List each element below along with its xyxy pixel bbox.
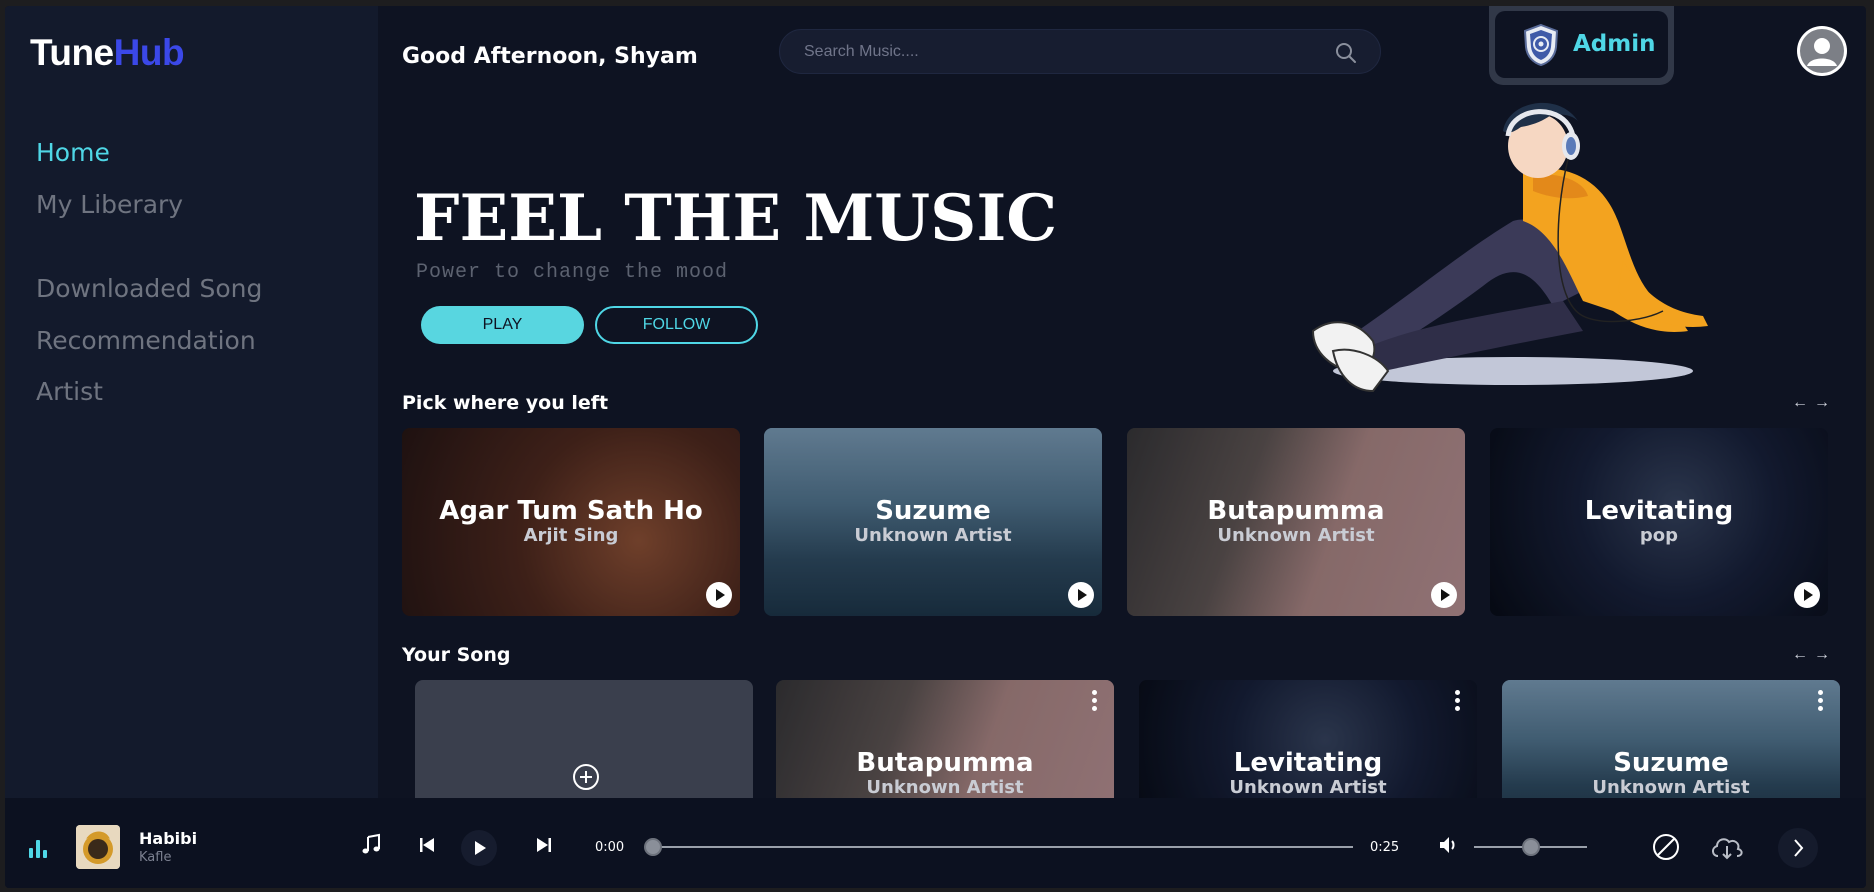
app-logo[interactable]: TuneHub bbox=[30, 32, 185, 74]
previous-track-icon[interactable] bbox=[415, 833, 439, 857]
card-subtitle: Unknown Artist bbox=[1592, 777, 1750, 798]
download-cloud-icon[interactable] bbox=[1709, 830, 1745, 864]
hero-illustration bbox=[1311, 102, 1708, 393]
card-title: Suzume bbox=[1613, 748, 1729, 778]
equalizer-icon bbox=[29, 840, 51, 858]
music-note-icon[interactable] bbox=[359, 833, 383, 857]
user-icon bbox=[1800, 29, 1844, 73]
sidebar-item-recommendation[interactable]: Recommendation bbox=[36, 326, 256, 355]
your-song-arrows: ←→ bbox=[1792, 646, 1836, 664]
sidebar-item-my-library[interactable]: My Liberary bbox=[36, 190, 183, 219]
duration-time: 0:25 bbox=[1370, 840, 1400, 855]
section-title-your-song: Your Song bbox=[402, 644, 511, 666]
hero-play-button[interactable]: PLAY bbox=[421, 306, 584, 344]
greeting-text: Good Afternoon, Shyam bbox=[402, 44, 698, 69]
admin-label: Admin bbox=[1573, 31, 1656, 57]
card-title: Levitating bbox=[1584, 496, 1734, 526]
sidebar-item-downloaded-song[interactable]: Downloaded Song bbox=[36, 274, 262, 303]
search-input[interactable] bbox=[804, 39, 1324, 65]
album-art-icon bbox=[76, 825, 120, 869]
add-circle-icon bbox=[573, 764, 599, 790]
current-time: 0:00 bbox=[595, 840, 625, 855]
card-play-icon[interactable] bbox=[706, 582, 732, 608]
card-title: Agar Tum Sath Ho bbox=[439, 496, 703, 526]
pick-card[interactable]: Suzume Unknown Artist bbox=[764, 428, 1102, 616]
user-avatar[interactable] bbox=[1797, 26, 1847, 76]
search-bar bbox=[779, 29, 1381, 74]
card-title: Levitating bbox=[1233, 748, 1383, 778]
card-title: Butapumma bbox=[856, 748, 1034, 778]
app-window: TuneHub Home My Liberary Downloaded Song… bbox=[5, 6, 1866, 888]
pick-card[interactable]: Butapumma Unknown Artist bbox=[1127, 428, 1465, 616]
player-bar: Habibi Kafle 0:00 0:25 bbox=[5, 798, 1866, 888]
hero-subtitle: Power to change the mood bbox=[416, 261, 729, 284]
chevron-right-icon bbox=[1794, 839, 1804, 857]
card-title: Suzume bbox=[875, 496, 991, 526]
volume-icon[interactable] bbox=[1437, 833, 1461, 857]
volume-handle[interactable] bbox=[1521, 838, 1540, 856]
card-play-icon[interactable] bbox=[1068, 582, 1094, 608]
pick-card[interactable]: Agar Tum Sath Ho Arjit Sing bbox=[402, 428, 740, 616]
play-icon bbox=[475, 841, 486, 855]
more-options-icon[interactable] bbox=[1818, 690, 1824, 712]
progress-handle[interactable] bbox=[644, 838, 662, 856]
expand-button[interactable] bbox=[1778, 828, 1818, 868]
progress-track[interactable] bbox=[653, 846, 1353, 848]
section-title-pick: Pick where you left bbox=[402, 392, 609, 414]
play-pause-button[interactable] bbox=[461, 830, 497, 866]
hero-follow-button[interactable]: FOLLOW bbox=[595, 306, 758, 344]
more-options-icon[interactable] bbox=[1092, 690, 1098, 712]
your-song-prev-arrow-icon[interactable]: ← bbox=[1792, 646, 1814, 663]
now-playing-artist: Kafle bbox=[139, 850, 172, 865]
your-song-next-arrow-icon[interactable]: → bbox=[1814, 646, 1836, 663]
card-play-icon[interactable] bbox=[1794, 582, 1820, 608]
pick-prev-arrow-icon[interactable]: ← bbox=[1792, 394, 1814, 411]
pick-arrows: ←→ bbox=[1792, 394, 1836, 412]
card-subtitle: Unknown Artist bbox=[854, 525, 1012, 546]
card-subtitle: Arjit Sing bbox=[523, 525, 619, 546]
card-subtitle: Unknown Artist bbox=[1229, 777, 1387, 798]
sidebar-item-artist[interactable]: Artist bbox=[36, 377, 103, 406]
admin-shield-icon bbox=[1523, 23, 1559, 67]
card-subtitle: pop bbox=[1639, 525, 1679, 546]
next-track-icon[interactable] bbox=[532, 833, 556, 857]
admin-button[interactable]: Admin bbox=[1495, 11, 1668, 78]
now-playing-title: Habibi bbox=[139, 829, 198, 848]
block-icon[interactable] bbox=[1649, 830, 1683, 864]
logo-part-tune: Tune bbox=[30, 32, 114, 73]
card-subtitle: Unknown Artist bbox=[866, 777, 1024, 798]
more-options-icon[interactable] bbox=[1455, 690, 1461, 712]
admin-panel: Admin bbox=[1489, 6, 1674, 85]
pick-card[interactable]: Levitating pop bbox=[1490, 428, 1828, 616]
card-play-icon[interactable] bbox=[1431, 582, 1457, 608]
search-icon[interactable] bbox=[1334, 41, 1358, 65]
pick-next-arrow-icon[interactable]: → bbox=[1814, 394, 1836, 411]
card-title: Butapumma bbox=[1207, 496, 1385, 526]
hero-title: FEEL THE MUSIC bbox=[414, 181, 1058, 256]
now-playing-thumbnail bbox=[76, 825, 120, 869]
sidebar: TuneHub Home My Liberary Downloaded Song… bbox=[5, 6, 378, 798]
sidebar-item-home[interactable]: Home bbox=[36, 138, 110, 167]
card-subtitle: Unknown Artist bbox=[1217, 525, 1375, 546]
logo-part-hub: Hub bbox=[113, 32, 185, 73]
